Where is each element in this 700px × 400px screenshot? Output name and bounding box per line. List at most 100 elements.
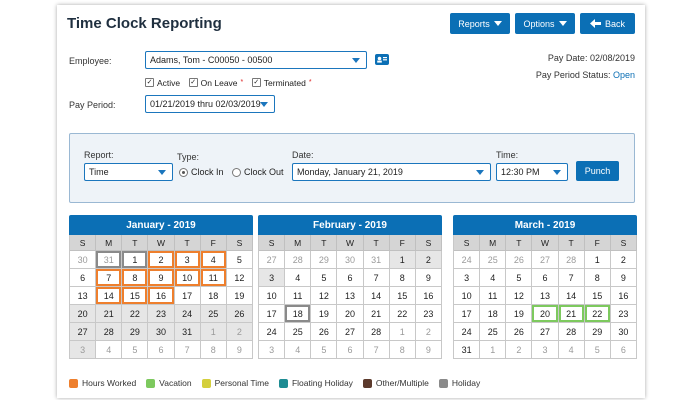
calendar-day[interactable]: 6 — [337, 341, 364, 359]
punch-button[interactable]: Punch — [576, 161, 619, 181]
calendar-day[interactable]: 28 — [558, 251, 585, 269]
filter-terminated[interactable]: ✓ Terminated * — [251, 78, 312, 88]
calendar-day[interactable]: 6 — [610, 341, 637, 359]
calendar-day[interactable]: 16 — [610, 287, 637, 305]
calendar-day[interactable]: 7 — [558, 269, 585, 287]
calendar-day[interactable]: 4 — [200, 251, 227, 269]
calendar-day[interactable]: 4 — [96, 341, 123, 359]
calendar-day[interactable]: 31 — [96, 251, 123, 269]
reports-button[interactable]: Reports — [450, 13, 510, 34]
pay-period-select[interactable]: 01/21/2019 thru 02/03/2019 — [145, 95, 275, 113]
calendar-day[interactable]: 10 — [174, 269, 201, 287]
calendar-day[interactable]: 8 — [584, 269, 611, 287]
calendar-day[interactable]: 28 — [558, 323, 585, 341]
calendar-day[interactable]: 8 — [200, 341, 227, 359]
calendar-day[interactable]: 25 — [285, 323, 312, 341]
calendar-day[interactable]: 22 — [389, 305, 416, 323]
calendar-day[interactable]: 11 — [480, 287, 507, 305]
calendar-day[interactable]: 21 — [558, 305, 585, 323]
calendar-day[interactable]: 1 — [480, 341, 507, 359]
calendar-day[interactable]: 6 — [337, 269, 364, 287]
calendar-day[interactable]: 9 — [610, 269, 637, 287]
calendar-day[interactable]: 18 — [480, 305, 507, 323]
calendar-day[interactable]: 13 — [532, 287, 559, 305]
calendar-day[interactable]: 17 — [259, 305, 286, 323]
calendar-day[interactable]: 26 — [506, 251, 533, 269]
calendar-day[interactable]: 27 — [532, 251, 559, 269]
radio-clock-out-dot[interactable] — [232, 167, 242, 177]
calendar-day[interactable]: 9 — [415, 269, 442, 287]
pay-period-status-value[interactable]: Open — [613, 70, 635, 80]
calendar-day[interactable]: 8 — [122, 269, 149, 287]
calendar-day[interactable]: 29 — [311, 251, 338, 269]
checkbox-terminated[interactable]: ✓ — [251, 78, 261, 87]
calendar-day[interactable]: 31 — [363, 251, 390, 269]
calendar-day[interactable]: 7 — [174, 341, 201, 359]
calendar-day[interactable]: 19 — [226, 287, 253, 305]
calendar-day[interactable]: 10 — [454, 287, 481, 305]
calendar-day[interactable]: 14 — [363, 287, 390, 305]
calendar-day[interactable]: 29 — [584, 323, 611, 341]
calendar-day[interactable]: 25 — [200, 305, 227, 323]
report-select[interactable]: Time — [84, 163, 173, 181]
calendar-day[interactable]: 4 — [285, 341, 312, 359]
calendar-day[interactable]: 6 — [70, 269, 97, 287]
calendar-day[interactable]: 2 — [226, 323, 253, 341]
calendar-day[interactable]: 17 — [454, 305, 481, 323]
back-button[interactable]: Back — [580, 13, 635, 34]
radio-clock-in-dot[interactable] — [179, 167, 188, 177]
calendar-day[interactable]: 2 — [148, 251, 175, 269]
calendar-day[interactable]: 26 — [506, 323, 533, 341]
calendar-day[interactable]: 10 — [259, 287, 286, 305]
calendar-day[interactable]: 7 — [96, 269, 123, 287]
calendar-day[interactable]: 5 — [226, 251, 253, 269]
calendar-day[interactable]: 21 — [96, 305, 123, 323]
options-button[interactable]: Options — [515, 13, 575, 34]
calendar-day[interactable]: 3 — [174, 251, 201, 269]
calendar-day[interactable]: 14 — [96, 287, 123, 305]
calendar-day[interactable]: 4 — [558, 341, 585, 359]
calendar-day[interactable]: 2 — [610, 251, 637, 269]
calendar-day[interactable]: 9 — [226, 341, 253, 359]
calendar-day[interactable]: 12 — [506, 287, 533, 305]
calendar-day[interactable]: 12 — [226, 269, 253, 287]
calendar-day[interactable]: 14 — [558, 287, 585, 305]
calendar-day[interactable]: 30 — [610, 323, 637, 341]
calendar-day[interactable]: 24 — [454, 323, 481, 341]
checkbox-on-leave[interactable]: ✓ — [188, 78, 198, 87]
calendar-day[interactable]: 9 — [148, 269, 175, 287]
calendar-day[interactable]: 1 — [389, 251, 416, 269]
calendar-day[interactable]: 7 — [363, 269, 390, 287]
calendar-day[interactable]: 18 — [200, 287, 227, 305]
calendar-day[interactable]: 3 — [70, 341, 97, 359]
calendar-day[interactable]: 22 — [122, 305, 149, 323]
calendar-day[interactable]: 5 — [311, 341, 338, 359]
calendar-day[interactable]: 9 — [415, 341, 442, 359]
calendar-day[interactable]: 11 — [285, 287, 312, 305]
calendar-day[interactable]: 17 — [174, 287, 201, 305]
calendar-day[interactable]: 24 — [259, 323, 286, 341]
calendar-day[interactable]: 16 — [415, 287, 442, 305]
radio-clock-out[interactable]: Clock Out — [232, 167, 284, 177]
calendar-day[interactable]: 5 — [584, 341, 611, 359]
calendar-day[interactable]: 1 — [200, 323, 227, 341]
calendar-day[interactable]: 26 — [226, 305, 253, 323]
calendar-day[interactable]: 24 — [454, 251, 481, 269]
calendar-day[interactable]: 24 — [174, 305, 201, 323]
calendar-day[interactable]: 19 — [506, 305, 533, 323]
calendar-day[interactable]: 13 — [337, 287, 364, 305]
calendar-day[interactable]: 20 — [337, 305, 364, 323]
calendar-day[interactable]: 28 — [96, 323, 123, 341]
calendar-day[interactable]: 30 — [70, 251, 97, 269]
calendar-day[interactable]: 30 — [337, 251, 364, 269]
calendar-day[interactable]: 15 — [584, 287, 611, 305]
calendar-day[interactable]: 3 — [259, 341, 286, 359]
calendar-day[interactable]: 2 — [506, 341, 533, 359]
contact-card-icon[interactable] — [375, 54, 389, 65]
calendar-day[interactable]: 31 — [454, 341, 481, 359]
calendar-day[interactable]: 20 — [70, 305, 97, 323]
calendar-day[interactable]: 6 — [532, 269, 559, 287]
calendar-day[interactable]: 25 — [480, 323, 507, 341]
calendar-day[interactable]: 3 — [259, 269, 286, 287]
calendar-day[interactable]: 1 — [389, 323, 416, 341]
